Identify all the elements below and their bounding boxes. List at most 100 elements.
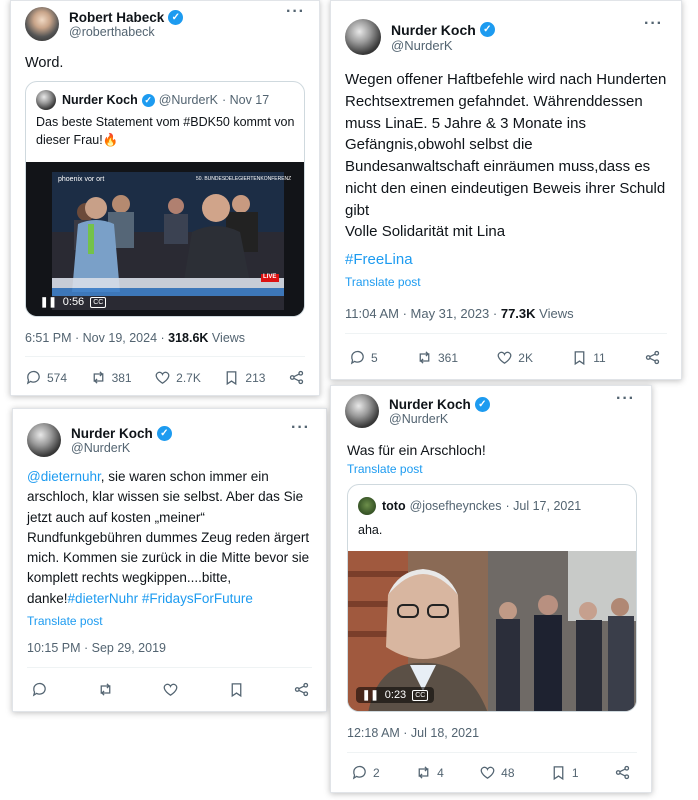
- author-name[interactable]: Nurder Koch: [71, 426, 153, 441]
- avatar[interactable]: [25, 7, 59, 41]
- repost-button[interactable]: [97, 681, 114, 698]
- reply-count: 2: [373, 765, 380, 780]
- avatar: [36, 90, 56, 110]
- like-button[interactable]: 2.7K: [154, 369, 201, 386]
- avatar[interactable]: [345, 19, 381, 55]
- post-meta: 11:04 AM · May 31, 2023 · 77.3K Views: [345, 306, 574, 321]
- author-handle[interactable]: @NurderK: [391, 38, 495, 53]
- author-handle[interactable]: @NurderK: [389, 412, 490, 426]
- quote-date: · Jul 17, 2021: [505, 499, 582, 513]
- views-label: Views: [535, 306, 574, 321]
- quoted-post[interactable]: Nurder Koch ✓ @NurderK · Nov 17 Das best…: [25, 81, 305, 317]
- post-header: Nurder Koch ✓ @NurderK: [27, 423, 172, 457]
- post-timestamp[interactable]: 10:15 PM · Sep 29, 2019: [27, 641, 166, 655]
- repost-button[interactable]: 381: [90, 369, 132, 386]
- translate-link[interactable]: Translate post: [347, 462, 423, 476]
- like-button[interactable]: [162, 681, 179, 698]
- live-badge: LIVE: [263, 274, 277, 280]
- translate-link[interactable]: Translate post: [345, 275, 421, 289]
- share-button[interactable]: [288, 369, 305, 386]
- verified-icon: ✓: [141, 93, 155, 107]
- action-bar: 2 4 48 1: [351, 764, 631, 781]
- reply-button[interactable]: 574: [25, 369, 67, 386]
- bookmark-icon: [574, 351, 585, 366]
- hashtag-link[interactable]: #FreeLina: [345, 249, 413, 271]
- video-player[interactable]: ❚❚ 0:23 CC: [348, 551, 636, 711]
- action-bar: 5 361 2K 11: [349, 349, 661, 366]
- video-controls[interactable]: ❚❚ 0:23 CC: [356, 687, 435, 703]
- bookmark-count: 213: [245, 370, 266, 385]
- more-icon[interactable]: ···: [286, 3, 305, 21]
- divider: [25, 356, 305, 357]
- post-card-dieternuhr[interactable]: Nurder Koch ✓ @NurderK ··· @dieternuhr, s…: [12, 408, 327, 712]
- reply-count: 574: [47, 370, 68, 385]
- reply-icon: [352, 765, 366, 780]
- post-header: Robert Habeck ✓ @roberthabeck: [25, 7, 184, 41]
- post-card-habeck[interactable]: Robert Habeck ✓ @roberthabeck ··· Word. N…: [10, 0, 320, 396]
- repost-button[interactable]: 361: [416, 349, 458, 366]
- more-icon[interactable]: ···: [644, 15, 663, 33]
- like-icon: [480, 766, 495, 779]
- author-handle[interactable]: @NurderK: [71, 441, 172, 455]
- like-count: 48: [501, 765, 515, 780]
- verified-icon: ✓: [156, 425, 172, 441]
- post-header: Nurder Koch ✓ @NurderK: [345, 394, 490, 428]
- like-button[interactable]: 2K: [496, 349, 533, 366]
- bookmark-button[interactable]: 213: [223, 369, 265, 386]
- bookmark-button[interactable]: 1: [550, 764, 579, 781]
- mention-link[interactable]: @dieternuhr: [27, 469, 101, 484]
- quote-handle: @NurderK: [158, 93, 218, 107]
- quote-handle: @josefheynckes: [409, 499, 502, 513]
- avatar[interactable]: [27, 423, 61, 457]
- verified-icon: ✓: [168, 9, 184, 25]
- bookmark-button[interactable]: [228, 681, 245, 698]
- post-timestamp[interactable]: 12:18 AM · Jul 18, 2021: [347, 726, 479, 740]
- quote-author: Nurder Koch: [62, 93, 138, 107]
- reply-icon: [350, 350, 364, 365]
- post-card-freelina[interactable]: Nurder Koch ✓ @NurderK ··· Wegen offener …: [330, 0, 682, 380]
- repost-count: 361: [437, 350, 458, 365]
- post-body: , sie waren schon immer ein arschloch, k…: [27, 469, 310, 606]
- pause-icon[interactable]: ❚❚: [362, 690, 379, 701]
- post-timestamp[interactable]: 11:04 AM · May 31, 2023 ·: [345, 306, 501, 321]
- captions-icon[interactable]: CC: [90, 296, 107, 308]
- post-timestamp[interactable]: 6:51 PM · Nov 19, 2024 ·: [25, 331, 168, 345]
- share-button[interactable]: [644, 349, 661, 366]
- video-player[interactable]: phoenix vor ort 50. BUNDESDELEGIERTENKON…: [26, 162, 304, 316]
- post-text: @dieternuhr, sie waren schon immer ein a…: [27, 467, 319, 609]
- video-time: 0:56: [62, 296, 85, 308]
- quoted-post[interactable]: toto @josefheynckes · Jul 17, 2021 aha.: [347, 484, 637, 712]
- share-icon: [645, 350, 660, 365]
- share-button[interactable]: [614, 764, 631, 781]
- quote-author: toto: [382, 499, 406, 513]
- like-button[interactable]: 48: [479, 764, 515, 781]
- repost-button[interactable]: 4: [415, 764, 444, 781]
- quote-date: · Nov 17: [221, 93, 270, 107]
- more-icon[interactable]: ···: [291, 419, 310, 437]
- hashtag-link[interactable]: #FridaysForFuture: [142, 591, 253, 606]
- bookmark-button[interactable]: 11: [571, 349, 606, 366]
- avatar: [358, 497, 376, 515]
- author-name[interactable]: Nurder Koch: [391, 22, 476, 38]
- avatar[interactable]: [345, 394, 379, 428]
- video-controls[interactable]: ❚❚ 0:56 CC: [34, 294, 112, 310]
- quote-text: Das beste Statement vom #BDK50 kommt von…: [36, 115, 295, 147]
- pause-icon[interactable]: ❚❚: [40, 297, 57, 308]
- video-time: 0:23: [384, 689, 407, 701]
- share-button[interactable]: [293, 681, 310, 698]
- author-name[interactable]: Nurder Koch: [389, 397, 471, 412]
- reply-button[interactable]: 5: [349, 349, 378, 366]
- hashtag-link[interactable]: #dieterNuhr: [68, 591, 139, 606]
- author-name[interactable]: Robert Habeck: [69, 10, 164, 25]
- translate-link[interactable]: Translate post: [27, 614, 103, 628]
- reply-button[interactable]: [31, 681, 48, 698]
- author-handle[interactable]: @roberthabeck: [69, 25, 183, 39]
- divider: [345, 333, 667, 334]
- repost-count: 4: [437, 765, 444, 780]
- verified-icon: ✓: [479, 22, 495, 37]
- post-card-arschloch[interactable]: Nurder Koch ✓ @NurderK ··· Was für ein Ar…: [330, 385, 652, 793]
- repost-count: 381: [111, 370, 132, 385]
- captions-icon[interactable]: CC: [412, 689, 429, 701]
- reply-button[interactable]: 2: [351, 764, 380, 781]
- more-icon[interactable]: ···: [616, 390, 635, 408]
